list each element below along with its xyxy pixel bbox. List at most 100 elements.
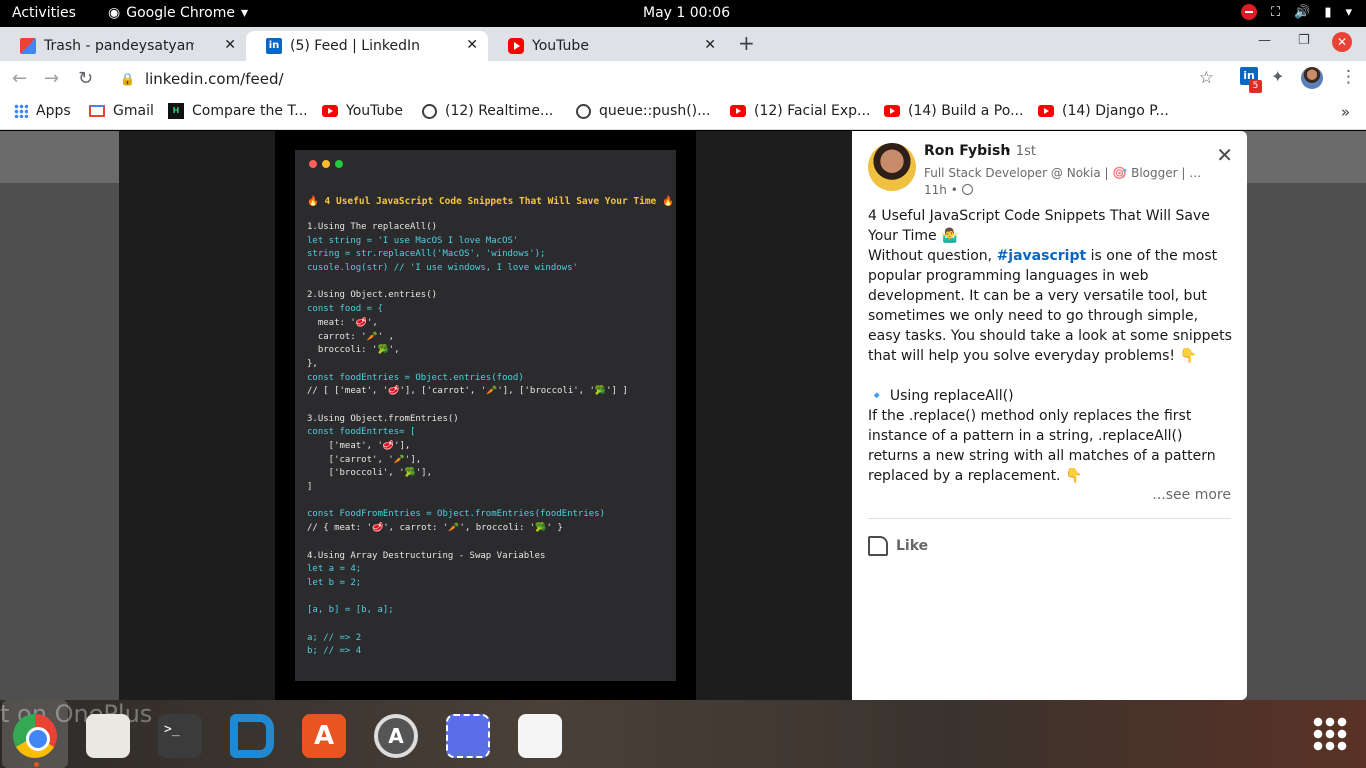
terminal-icon[interactable]: >_ xyxy=(158,714,202,758)
close-icon[interactable]: ✕ xyxy=(704,37,716,53)
code-line: ['meat', '🥩'], xyxy=(307,441,411,451)
bookmark-gmail[interactable]: Gmail xyxy=(89,103,154,119)
post-paragraph: 4 Useful JavaScript Code Snippets That W… xyxy=(868,208,1210,244)
code-line: ['carrot', '🥕'], xyxy=(307,454,422,465)
bookmark-apps[interactable]: Apps xyxy=(14,103,71,119)
linkedin-icon: in xyxy=(266,38,282,54)
code-line: [a, b] = [b, a]; xyxy=(307,605,394,616)
see-more-button[interactable]: ...see more xyxy=(1152,487,1231,503)
code-line: ['broccoli', '🥦'], xyxy=(307,468,432,479)
author-name[interactable]: Ron Fybish xyxy=(924,143,1010,159)
software-center-icon[interactable]: A xyxy=(302,714,346,758)
bookmarks-overflow-button[interactable]: » xyxy=(1341,103,1350,121)
bookmark-build-a-po[interactable]: (14) Build a Po... xyxy=(884,103,1023,119)
post-text-segment: is one of the most popular programming l… xyxy=(868,248,1232,364)
close-icon[interactable]: ✕ xyxy=(1216,143,1233,167)
address-bar-url[interactable]: linkedin.com/feed/ xyxy=(145,70,284,88)
youtube-icon xyxy=(730,105,746,117)
forward-arrow-icon[interactable]: → xyxy=(44,68,59,89)
chrome-icon[interactable] xyxy=(13,714,57,758)
bookmark-label: (14) Django P... xyxy=(1062,103,1169,119)
youtube-icon xyxy=(508,38,524,54)
system-top-bar: Activities ◉ Google Chrome ▾ May 1 00:06… xyxy=(0,0,1366,27)
compare-icon: H xyxy=(168,103,184,119)
reload-icon[interactable]: ↻ xyxy=(78,68,93,89)
close-icon[interactable]: ✕ xyxy=(466,37,478,53)
post-timestamp: 11h • xyxy=(924,183,973,197)
activities-button[interactable]: Activities xyxy=(12,5,76,21)
do-not-disturb-icon[interactable] xyxy=(1241,4,1258,20)
code-lines: 1.Using The replaceAll() let string = 'I … xyxy=(307,221,664,659)
bookmark-label: (12) Realtime... xyxy=(445,103,554,119)
bookmark-youtube[interactable]: YouTube xyxy=(322,103,403,119)
red-dot-icon xyxy=(309,160,317,168)
close-icon[interactable]: ✕ xyxy=(224,37,236,53)
tab-gmail[interactable]: Trash - pandeysatyam199 ✕ xyxy=(0,31,246,61)
post-image[interactable]: 🔥 4 Useful JavaScript Code Snippets That… xyxy=(275,131,696,700)
running-indicator xyxy=(34,762,39,767)
vscode-icon[interactable] xyxy=(230,714,274,758)
globe-icon xyxy=(961,184,973,195)
code-line: const foodEntrtes= [ xyxy=(307,427,416,438)
post-text-segment: Without question, xyxy=(868,248,997,264)
clock[interactable]: May 1 00:06 xyxy=(643,5,730,21)
code-line: const foodEntries = Object.entries(food) xyxy=(307,372,524,383)
app-menu[interactable]: ◉ Google Chrome ▾ xyxy=(108,5,248,21)
system-tray[interactable]: ⛶ 🔊 ▮ ▾ xyxy=(1241,4,1352,20)
extensions-puzzle-icon[interactable]: ✦ xyxy=(1271,67,1284,86)
bookmark-label: Gmail xyxy=(113,103,154,119)
document-viewer-icon[interactable] xyxy=(518,714,562,758)
new-tab-button[interactable]: + xyxy=(738,31,755,55)
tab-title: (5) Feed | LinkedIn xyxy=(290,38,420,54)
bookmark-facial-exp[interactable]: (12) Facial Exp... xyxy=(730,103,870,119)
like-button[interactable]: Like xyxy=(868,536,928,556)
code-snippet-card: 🔥 4 Useful JavaScript Code Snippets That… xyxy=(295,150,676,681)
bookmark-star-icon[interactable]: ☆ xyxy=(1199,68,1214,88)
screenshot-icon[interactable] xyxy=(446,714,490,758)
code-line: 1.Using The replaceAll() xyxy=(307,222,438,232)
tab-youtube[interactable]: YouTube ✕ xyxy=(488,31,726,61)
minimize-icon[interactable]: — xyxy=(1258,33,1271,48)
bookmark-compare[interactable]: H Compare the T... xyxy=(168,103,308,119)
bookmark-realtime[interactable]: (12) Realtime... xyxy=(422,103,553,119)
browser-toolbar: ← → ↻ 🔒 linkedin.com/feed/ ☆ in 5 ✦ ⋮ xyxy=(0,61,1366,97)
maximize-icon[interactable]: ❐ xyxy=(1298,33,1310,48)
code-line: let a = 4; xyxy=(307,564,362,575)
software-updater-icon[interactable]: A xyxy=(374,714,418,758)
page-viewport: 🔥 4 Useful JavaScript Code Snippets That… xyxy=(0,131,1366,700)
network-icon[interactable]: ⛶ xyxy=(1271,5,1280,20)
post-text: 4 Useful JavaScript Code Snippets That W… xyxy=(868,206,1233,486)
author-avatar[interactable] xyxy=(868,143,916,191)
bookmark-django[interactable]: (14) Django P... xyxy=(1038,103,1169,119)
green-dot-icon xyxy=(335,160,343,168)
bookmark-label: Apps xyxy=(36,103,71,119)
post-paragraph: Without question, #javascript is one of … xyxy=(868,246,1233,366)
bookmark-queue-push[interactable]: queue::push()... xyxy=(576,103,711,119)
globe-icon xyxy=(422,103,437,119)
battery-icon[interactable]: ▮ xyxy=(1324,5,1331,20)
tab-title: YouTube xyxy=(532,38,589,54)
show-apps-icon[interactable] xyxy=(1312,716,1348,752)
address-bar[interactable]: 🔒 linkedin.com/feed/ ☆ xyxy=(106,64,1226,94)
volume-icon[interactable]: 🔊 xyxy=(1294,5,1310,20)
kebab-menu-icon[interactable]: ⋮ xyxy=(1340,67,1357,87)
hashtag-link[interactable]: #javascript xyxy=(997,248,1087,264)
code-line: 2.Using Object.entries() xyxy=(307,290,438,301)
tab-linkedin[interactable]: in (5) Feed | LinkedIn ✕ xyxy=(246,31,488,61)
post-paragraph: 🔹 Using replaceAll() xyxy=(868,388,1014,404)
lock-icon[interactable]: 🔒 xyxy=(120,72,135,86)
back-arrow-icon[interactable]: ← xyxy=(12,68,27,89)
files-icon[interactable] xyxy=(86,714,130,758)
code-line: cusole.log(str) // 'I use windows, I lov… xyxy=(307,263,578,274)
code-line: }, xyxy=(307,358,318,369)
profile-avatar[interactable] xyxy=(1301,67,1323,89)
system-menu-chevron-icon[interactable]: ▾ xyxy=(1345,5,1352,20)
window-close-button[interactable]: ✕ xyxy=(1332,32,1352,52)
thumbs-up-icon xyxy=(868,536,888,556)
gmail-icon xyxy=(20,38,36,54)
code-line: const food = { xyxy=(307,304,383,315)
post-media-panel[interactable]: 🔥 4 Useful JavaScript Code Snippets That… xyxy=(119,131,852,700)
